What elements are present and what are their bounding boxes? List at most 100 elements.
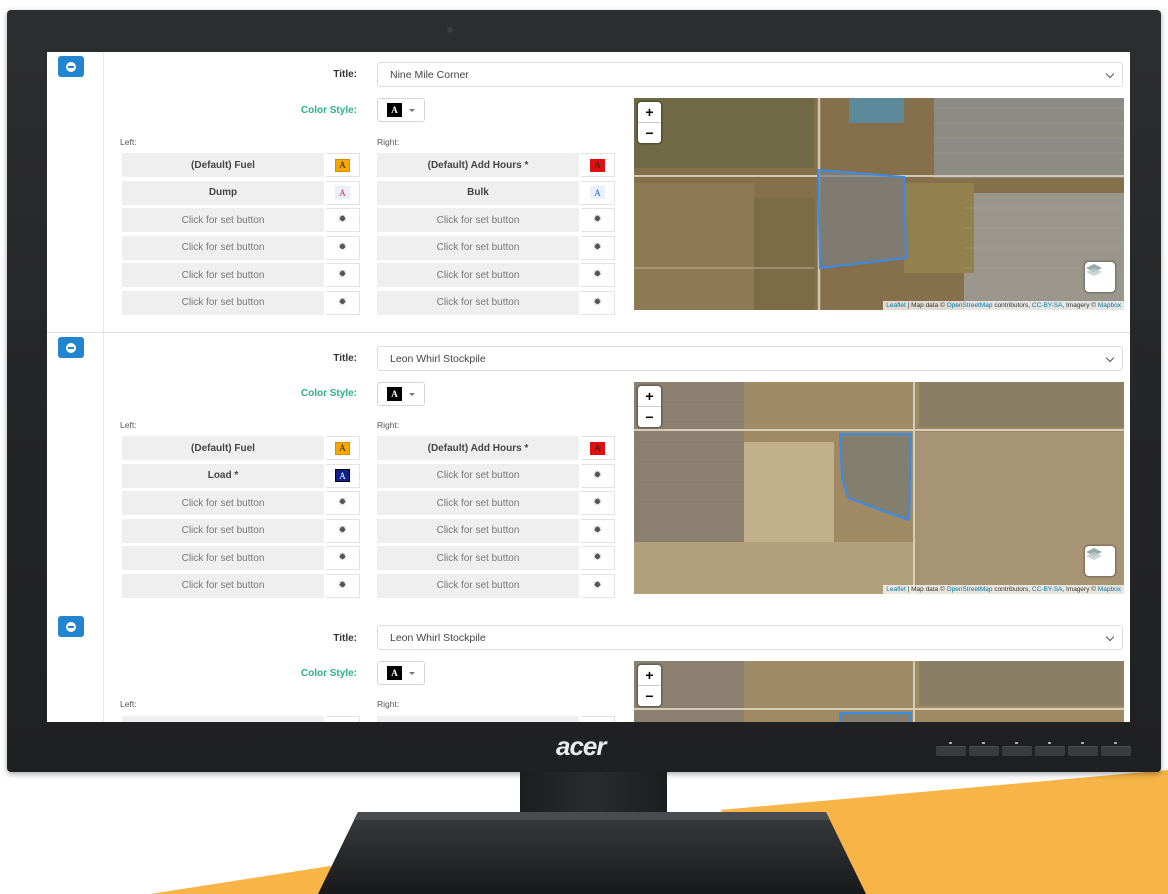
slot-button[interactable]: Dump — [122, 180, 324, 205]
mapbox-link[interactable]: Mapbox — [1098, 586, 1121, 593]
slot-button[interactable]: Click for set button — [122, 208, 324, 233]
zoom-in-button[interactable]: + — [638, 102, 661, 122]
slot-button[interactable]: Load * — [122, 463, 324, 488]
minus-circle-icon — [66, 342, 76, 353]
button-slot: (Default) Add Hours * A — [377, 153, 617, 177]
leaflet-link[interactable]: Leaflet — [886, 586, 906, 593]
layers-icon — [1086, 264, 1102, 276]
slot-color-button[interactable]: A — [581, 180, 615, 205]
slot-settings-button[interactable]: ✹ — [326, 208, 360, 233]
title-select[interactable]: Leon Whirl Stockpile — [377, 346, 1123, 371]
slot-button[interactable]: Bulk — [377, 180, 579, 205]
slot-button[interactable]: Click for set button — [377, 235, 579, 260]
title-label: Title: — [333, 633, 357, 644]
slot-color-button[interactable]: A — [581, 153, 615, 177]
zoom-in-button[interactable]: + — [638, 665, 661, 685]
button-slot: Click for set button ✹ — [377, 290, 617, 315]
button-slot — [377, 716, 617, 722]
slot-button[interactable] — [377, 716, 579, 722]
slot-settings-button[interactable]: ✹ — [326, 290, 360, 315]
slot-color-button[interactable]: A — [581, 436, 615, 460]
slot-color-button[interactable] — [326, 716, 360, 722]
slot-settings-button[interactable]: ✹ — [581, 518, 615, 543]
color-style-dropdown[interactable]: A — [377, 382, 425, 406]
slot-settings-button[interactable]: ✹ — [581, 290, 615, 315]
site-map[interactable]: + − Leaflet | Map data © OpenStreetMap c… — [634, 382, 1124, 594]
slot-button[interactable]: Click for set button — [377, 463, 579, 488]
slot-button[interactable]: Click for set button — [377, 491, 579, 516]
leaflet-link[interactable]: Leaflet — [886, 302, 906, 309]
osm-link[interactable]: OpenStreetMap — [947, 302, 993, 309]
slot-settings-button[interactable]: ✹ — [326, 546, 360, 571]
remove-panel-button[interactable] — [58, 616, 84, 637]
layers-button[interactable] — [1085, 262, 1115, 292]
left-button-column: (Default) Fuel A Load * A Click for set … — [122, 436, 362, 602]
slot-button[interactable]: Click for set button — [377, 573, 579, 598]
slot-button[interactable]: Click for set button — [122, 491, 324, 516]
slot-settings-button[interactable]: ✹ — [581, 235, 615, 260]
chevron-down-icon — [1105, 69, 1115, 79]
color-style-label: Color Style: — [300, 105, 357, 116]
slot-settings-button[interactable]: ✹ — [326, 491, 360, 516]
slot-color-button[interactable]: A — [326, 463, 360, 488]
slot-button[interactable]: (Default) Fuel — [122, 436, 324, 460]
slot-settings-button[interactable]: ✹ — [581, 263, 615, 288]
slot-settings-button[interactable]: ✹ — [326, 263, 360, 288]
slot-button[interactable] — [122, 716, 324, 722]
slot-button[interactable]: Click for set button — [122, 290, 324, 315]
slot-button[interactable]: Click for set button — [377, 208, 579, 233]
color-style-dropdown[interactable]: A — [377, 661, 425, 685]
remove-panel-button[interactable] — [58, 337, 84, 358]
slot-button[interactable]: Click for set button — [122, 235, 324, 260]
slot-button[interactable]: Click for set button — [377, 546, 579, 571]
slot-settings-button[interactable]: ✹ — [581, 491, 615, 516]
zoom-out-button[interactable]: − — [638, 406, 661, 427]
title-select[interactable]: Nine Mile Corner — [377, 62, 1123, 87]
button-slot: Dump A — [122, 180, 362, 205]
title-label: Title: — [333, 353, 357, 364]
mapbox-link[interactable]: Mapbox — [1098, 302, 1121, 309]
slot-settings-button[interactable]: ✹ — [326, 518, 360, 543]
slot-color-button[interactable]: A — [326, 153, 360, 177]
button-slot: (Default) Add Hours * A — [377, 436, 617, 460]
slot-settings-button[interactable]: ✹ — [581, 546, 615, 571]
slot-button[interactable]: Click for set button — [122, 546, 324, 571]
slot-color-button[interactable]: A — [326, 436, 360, 460]
title-select[interactable]: Leon Whirl Stockpile — [377, 625, 1123, 650]
site-map[interactable]: + − Leaflet | Map data © OpenStreetMap c… — [634, 98, 1124, 310]
right-button-column — [377, 716, 617, 722]
color-style-dropdown[interactable]: A — [377, 98, 425, 122]
remove-panel-button[interactable] — [58, 56, 84, 77]
slot-settings-button[interactable]: ✹ — [326, 235, 360, 260]
right-label: Right: — [377, 699, 400, 709]
button-slot: (Default) Fuel A — [122, 436, 362, 460]
slot-button[interactable]: (Default) Add Hours * — [377, 153, 579, 177]
slot-color-button[interactable] — [581, 716, 615, 722]
slot-button[interactable]: Click for set button — [122, 573, 324, 598]
slot-button[interactable]: Click for set button — [122, 263, 324, 288]
zoom-in-button[interactable]: + — [638, 386, 661, 406]
slot-button[interactable]: Click for set button — [122, 518, 324, 543]
slot-settings-button[interactable]: ✹ — [581, 463, 615, 488]
hardware-button — [1035, 742, 1065, 756]
osm-link[interactable]: OpenStreetMap — [947, 586, 993, 593]
slot-settings-button[interactable]: ✹ — [326, 573, 360, 598]
license-link[interactable]: CC-BY-SA — [1032, 586, 1062, 593]
divider — [103, 333, 104, 613]
slot-button[interactable]: (Default) Add Hours * — [377, 436, 579, 460]
gear-icon: ✹ — [593, 497, 602, 509]
slot-color-button[interactable]: A — [326, 180, 360, 205]
satellite-imagery — [634, 382, 1124, 594]
license-link[interactable]: CC-BY-SA — [1032, 302, 1062, 309]
button-slot: Load * A — [122, 463, 362, 488]
zoom-out-button[interactable]: − — [638, 122, 661, 143]
slot-button[interactable]: Click for set button — [377, 263, 579, 288]
slot-settings-button[interactable]: ✹ — [581, 573, 615, 598]
layers-button[interactable] — [1085, 546, 1115, 576]
zoom-out-button[interactable]: − — [638, 685, 661, 706]
site-map[interactable]: + − — [634, 661, 1124, 722]
slot-settings-button[interactable]: ✹ — [581, 208, 615, 233]
slot-button[interactable]: Click for set button — [377, 290, 579, 315]
slot-button[interactable]: Click for set button — [377, 518, 579, 543]
slot-button[interactable]: (Default) Fuel — [122, 153, 324, 177]
